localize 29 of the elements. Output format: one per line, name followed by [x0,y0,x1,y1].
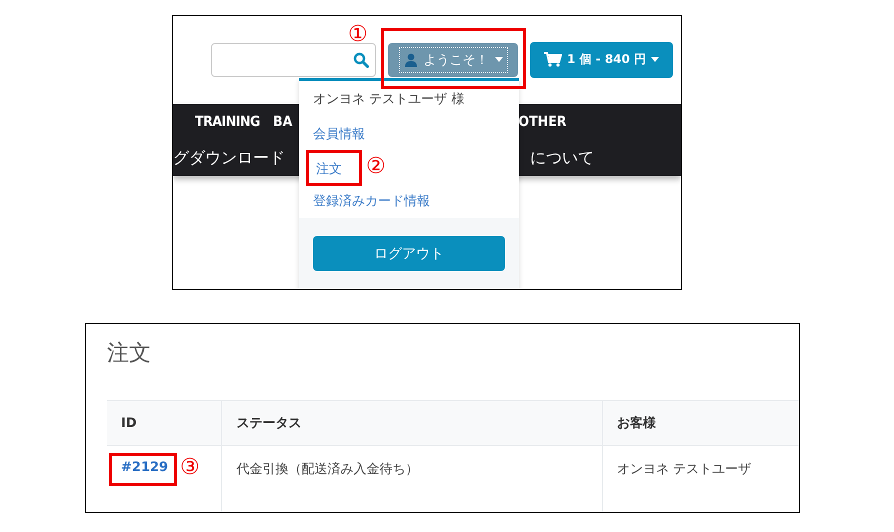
nav-link[interactable]: について [530,148,594,168]
annotation-number: ③ [180,457,200,479]
user-name: オンヨネ テストユーザ 様 [312,91,466,109]
menu-link[interactable]: 注文 [309,162,349,177]
annotation-number: ① [348,24,368,46]
menu-link[interactable]: 会員情報 [306,124,372,143]
column-header: お客様 [602,401,799,445]
annotation-number: ② [366,156,386,178]
logout-button[interactable]: ログアウト [313,236,505,272]
column-header: ID [120,414,138,432]
search-field[interactable] [211,42,376,76]
caret-icon [494,57,502,62]
user-icon [404,52,418,66]
nav-link[interactable]: TRAINING [195,114,271,130]
menu-link[interactable]: 登録済みカード情報 [306,192,437,210]
table-cell: 代金引換（配送済み入金待ち） [221,446,602,512]
cart-icon [544,52,562,67]
nav-link[interactable]: BA [273,114,292,130]
user-menu-button[interactable]: ようこそ！ [388,42,518,76]
annotation-frame [109,453,177,486]
column-header: ステータス [221,401,602,445]
cart-button[interactable]: 1 個 - 840 円 [530,42,673,78]
page-title: 注文 [106,340,152,368]
caret-icon [651,57,660,62]
order-link[interactable]: #2129 [121,460,168,475]
nav-link[interactable]: OTHER [518,114,567,130]
search-icon [353,52,369,68]
nav-link[interactable]: グダウンロード [173,148,285,168]
table-cell: オンヨネ テストユーザ [602,446,799,512]
